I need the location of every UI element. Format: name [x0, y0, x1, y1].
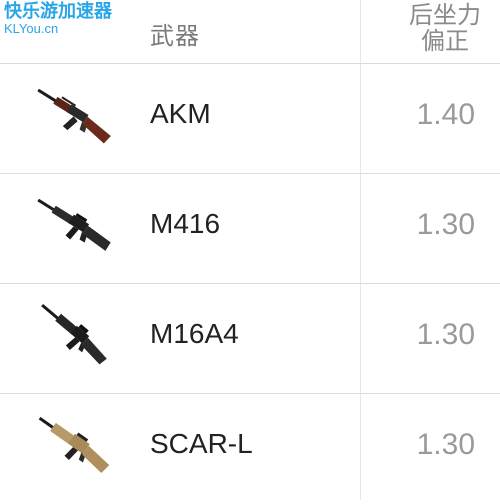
watermark-cn: 快乐游加速器 — [4, 1, 112, 22]
m16a4-rifle-icon — [41, 304, 107, 365]
table-row[interactable]: AKM 1.40 — [0, 64, 500, 174]
weapon-name: M416 — [150, 208, 221, 239]
weapon-name: AKM — [150, 98, 211, 129]
recoil-header-line2: 偏正 — [421, 27, 469, 55]
recoil-column-header: 后坐力 偏正 — [395, 2, 495, 54]
recoil-value: 1.30 — [416, 318, 475, 351]
akm-rifle-icon — [37, 88, 111, 144]
weapon-column-header: 武器 — [150, 22, 200, 50]
weapon-name: SCAR-L — [150, 428, 253, 459]
weapon-name: M16A4 — [150, 318, 239, 349]
m416-rifle-icon — [37, 198, 111, 251]
watermark-logo: 快乐游加速器 KLYou.cn — [4, 2, 112, 36]
table-row[interactable]: SCAR-L 1.30 — [0, 394, 500, 504]
recoil-header-line1: 后坐力 — [409, 1, 481, 29]
recoil-value: 1.30 — [416, 208, 475, 241]
recoil-value: 1.30 — [416, 428, 475, 461]
weapon-recoil-table: 快乐游加速器 KLYou.cn 武器 后坐力 偏正 AKM 1.40 M416 … — [0, 0, 500, 500]
table-row[interactable]: M16A4 1.30 — [0, 284, 500, 394]
watermark-en: KLYou.cn — [4, 21, 59, 36]
scar-l-rifle-icon — [38, 416, 110, 473]
table-row[interactable]: M416 1.30 — [0, 174, 500, 284]
recoil-value: 1.40 — [416, 98, 475, 131]
